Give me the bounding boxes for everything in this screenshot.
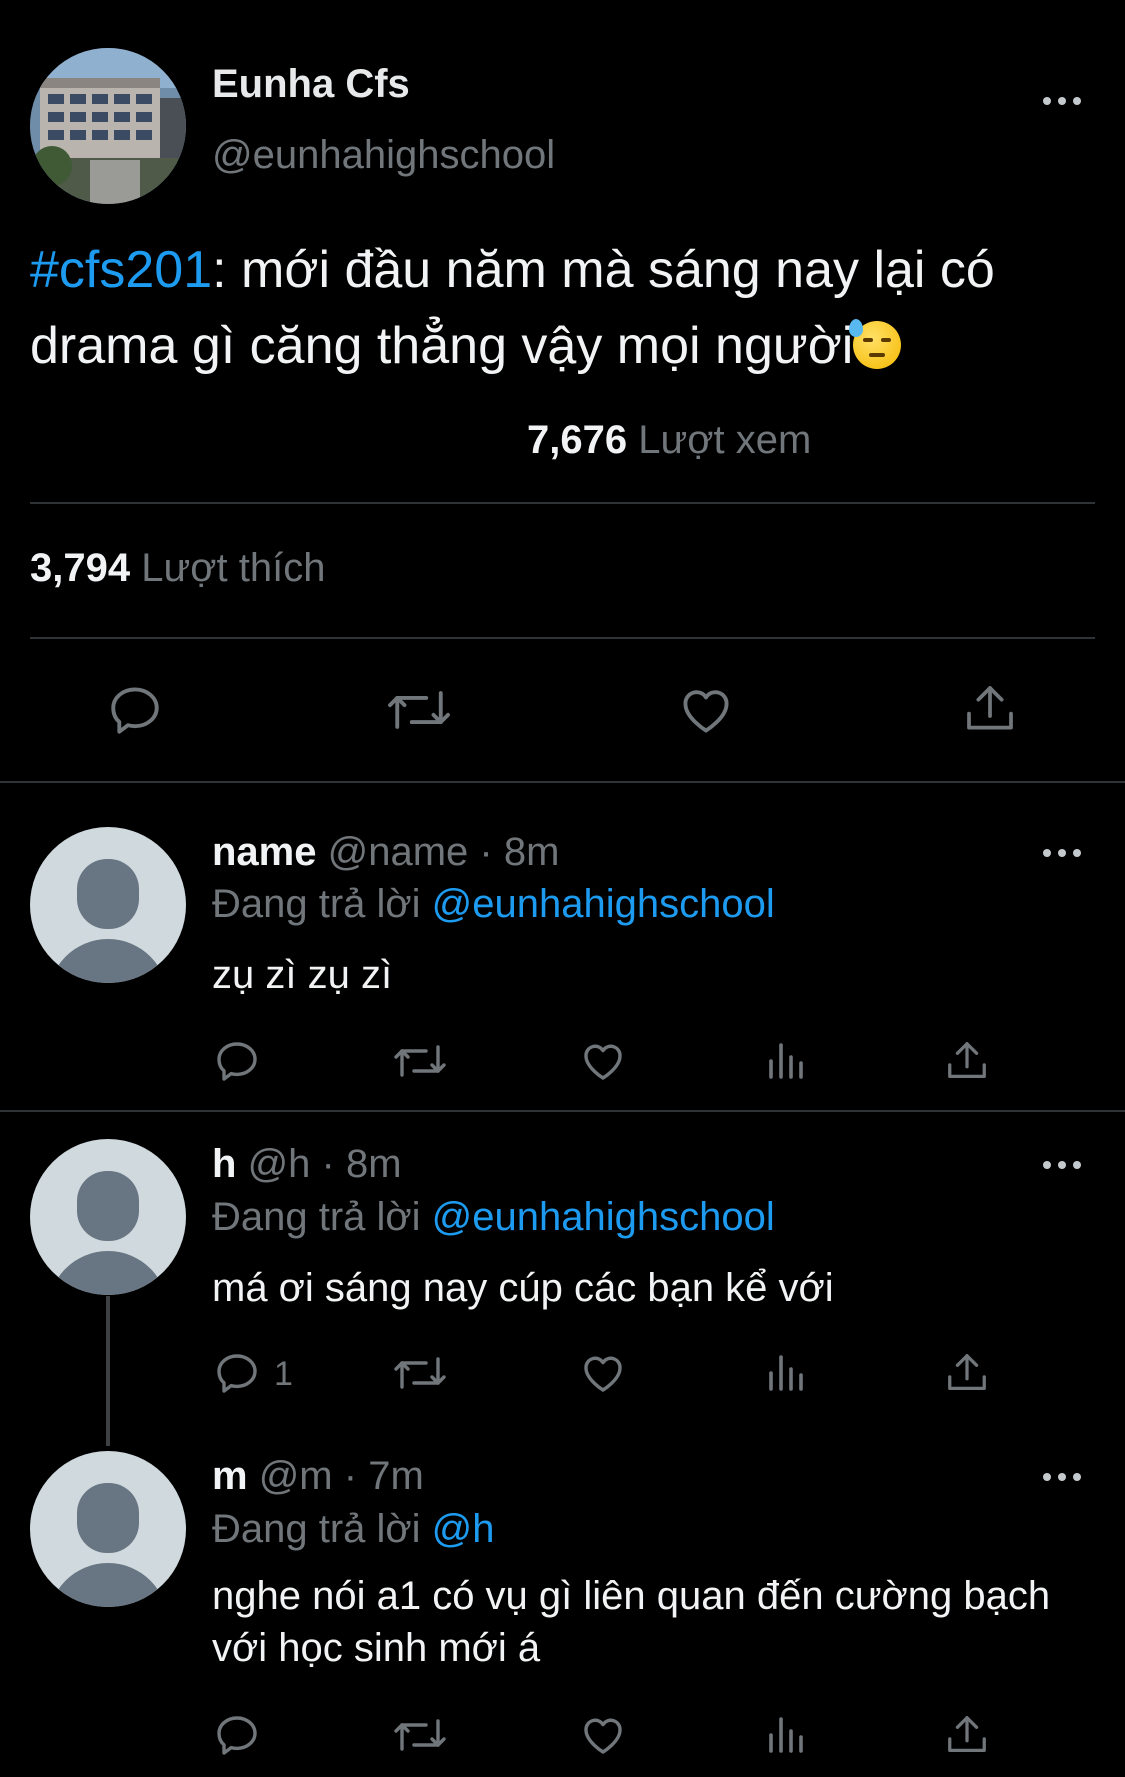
likes-count: 3,794 (30, 546, 131, 590)
like-heart-icon[interactable] (579, 1037, 627, 1085)
likes-label: Lượt thích (141, 546, 326, 590)
replying-prefix: Đang trả lời (212, 882, 421, 926)
reply-time: · 8m (321, 1142, 402, 1186)
reply-icon[interactable] (213, 1711, 261, 1759)
hashtag-link[interactable]: #cfs201 (30, 241, 212, 299)
replying-prefix: Đang trả lời (212, 1507, 421, 1551)
downcast-face-with-sweat-icon (849, 319, 902, 369)
reply-count: 1 (274, 1355, 293, 1393)
like-heart-icon[interactable] (676, 681, 736, 739)
share-icon[interactable] (944, 1037, 990, 1085)
reply-author-name[interactable]: h (212, 1142, 236, 1186)
replying-to: Đang trả lời @eunhahighschool (212, 882, 775, 927)
reply-author-handle[interactable]: @h (248, 1142, 311, 1186)
more-options-icon[interactable] (1043, 1158, 1081, 1172)
reply-header: h @h · 8m (212, 1142, 402, 1187)
views-label: Lượt xem (638, 418, 812, 462)
divider (30, 502, 1095, 504)
analytics-icon[interactable] (763, 1349, 811, 1397)
divider (0, 1110, 1125, 1112)
reply-text: má ơi sáng nay cúp các bạn kể với (212, 1266, 834, 1310)
reply-author-name[interactable]: name (212, 830, 317, 874)
reply-time: · 8m (479, 830, 560, 874)
author-display-name[interactable]: Eunha Cfs (212, 62, 410, 107)
like-heart-icon[interactable] (579, 1349, 627, 1397)
divider (30, 637, 1095, 639)
retweet-icon[interactable] (384, 681, 454, 739)
likes-stat[interactable]: 3,794 Lượt thích (30, 546, 325, 591)
divider (0, 781, 1125, 783)
more-options-icon[interactable] (1043, 1470, 1081, 1484)
share-icon[interactable] (944, 1711, 990, 1759)
analytics-icon[interactable] (763, 1037, 811, 1085)
reply-icon[interactable] (213, 1037, 261, 1085)
replying-prefix: Đang trả lời (212, 1195, 421, 1239)
avatar[interactable] (30, 1139, 186, 1295)
reply-author-name[interactable]: m (212, 1454, 248, 1498)
reply-time: · 7m (343, 1454, 424, 1498)
tweet-text: #cfs201: mới đầu năm mà sáng nay lại có … (30, 232, 1090, 384)
replying-to-link[interactable]: @h (432, 1507, 495, 1551)
replying-to-link[interactable]: @eunhahighschool (432, 1195, 775, 1239)
reply-author-handle[interactable]: @name (328, 830, 469, 874)
views-count: 7,676 (527, 418, 628, 462)
profile-avatar[interactable] (30, 48, 186, 204)
replying-to: Đang trả lời @h (212, 1507, 495, 1552)
share-icon[interactable] (944, 1349, 990, 1397)
views-stat: 7,676 Lượt xem (527, 418, 811, 463)
replying-to: Đang trả lời @eunhahighschool (212, 1195, 775, 1240)
reply-icon[interactable] (213, 1349, 261, 1397)
avatar[interactable] (30, 1451, 186, 1607)
retweet-icon[interactable] (391, 1037, 449, 1085)
share-icon[interactable] (962, 680, 1018, 738)
author-handle[interactable]: @eunhahighschool (212, 133, 555, 178)
reply-icon[interactable] (106, 681, 164, 739)
more-options-icon[interactable] (1043, 846, 1081, 860)
replying-to-link[interactable]: @eunhahighschool (432, 882, 775, 926)
school-building-image (30, 48, 186, 204)
more-options-icon[interactable] (1043, 94, 1081, 108)
analytics-icon[interactable] (763, 1711, 811, 1759)
thread-connector-line (106, 1296, 110, 1446)
reply-text: zụ zì zụ zì (212, 953, 393, 997)
like-heart-icon[interactable] (579, 1711, 627, 1759)
retweet-icon[interactable] (391, 1711, 449, 1759)
reply-header: name @name · 8m (212, 830, 559, 875)
reply-header: m @m · 7m (212, 1454, 424, 1499)
avatar[interactable] (30, 827, 186, 983)
retweet-icon[interactable] (391, 1349, 449, 1397)
reply-text: nghe nói a1 có vụ gì liên quan đến cường… (212, 1574, 1051, 1670)
reply-author-handle[interactable]: @m (259, 1454, 333, 1498)
